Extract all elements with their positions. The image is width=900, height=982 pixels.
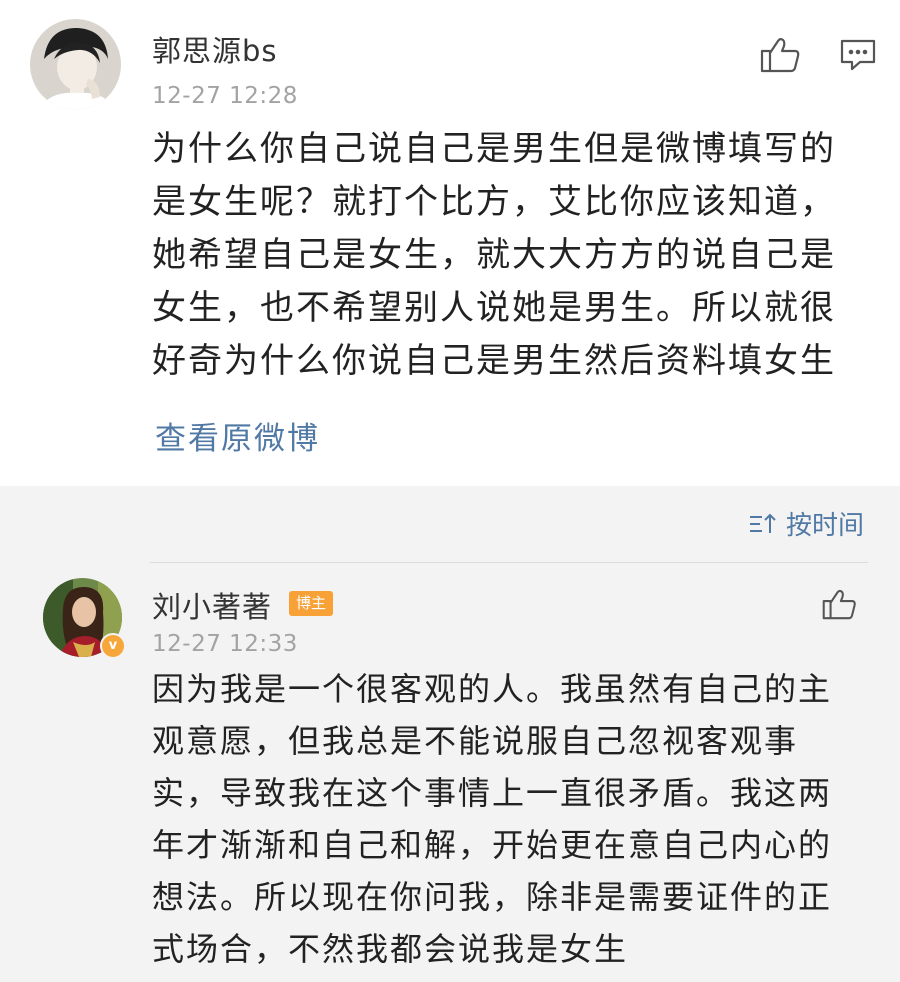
comment-line: 好奇为什么你说自己是男生然后资料填女生 xyxy=(152,341,836,381)
comment-icon[interactable] xyxy=(840,38,876,76)
reply-text: 因为我是一个很客观的人。我虽然有自己的主 观意愿，但我总是不能说服自己忽视客观事… xyxy=(152,663,832,975)
reply-line: 因为我是一个很客观的人。我虽然有自己的主 xyxy=(152,670,833,708)
section-divider xyxy=(150,562,868,563)
reply-line: 年才渐渐和自己和解，开始更在意自己内心的 xyxy=(152,826,833,864)
comment-line: 是女生呢？就打个比方，艾比你应该知道， xyxy=(152,182,836,222)
commenter-name[interactable]: 郭思源bs xyxy=(152,28,278,70)
sort-label: 按时间 xyxy=(785,511,864,541)
thumbs-up-icon[interactable] xyxy=(822,588,858,625)
reply-line: 想法。所以现在你问我，除非是需要证件的正 xyxy=(152,878,833,916)
commenter-avatar[interactable] xyxy=(30,19,121,110)
sort-by-time-button[interactable]: 按时间 xyxy=(748,505,864,542)
reply-timestamp: 12-27 12:33 xyxy=(152,631,298,657)
comment-text: 为什么你自己说自己是男生但是微博填写的 是女生呢？就打个比方，艾比你应该知道， … xyxy=(152,123,836,388)
thumbs-up-icon[interactable] xyxy=(760,36,802,78)
reply-line: 式场合，不然我都会说我是女生 xyxy=(152,930,629,968)
original-comment-card: 郭思源bs 12-27 12:28 为什么你自己说自己是男生但是微博填写的 是女… xyxy=(0,0,900,486)
comment-line: 为什么你自己说自己是男生但是微博填写的 xyxy=(152,129,836,169)
sort-icon xyxy=(749,513,776,533)
comment-line: 女生，也不希望别人说她是男生。所以就很 xyxy=(152,288,836,328)
comment-line: 她希望自己是女生，就大大方方的说自己是 xyxy=(152,235,836,275)
reply-avatar[interactable]: v xyxy=(43,578,126,659)
comment-timestamp: 12-27 12:28 xyxy=(152,83,298,109)
reply-author-name[interactable]: 刘小著著 xyxy=(152,584,272,626)
view-original-post-link[interactable]: 查看原微博 xyxy=(155,413,320,458)
verified-badge-icon: v xyxy=(100,633,126,659)
author-badge: 博主 xyxy=(289,591,333,616)
reply-line: 观意愿，但我总是不能说服自己忽视客观事 xyxy=(152,722,799,760)
reply-line: 实，导致我在这个事情上一直很矛盾。我这两 xyxy=(152,774,833,812)
